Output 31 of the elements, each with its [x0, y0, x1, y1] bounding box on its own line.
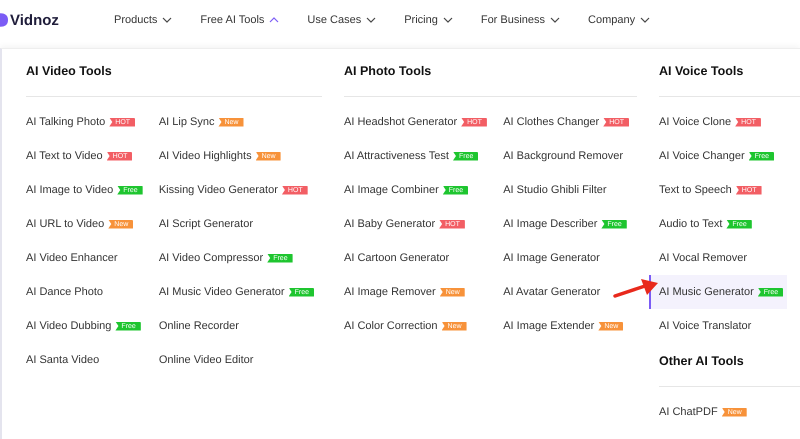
menu-item[interactable]: AI Vocal Remover: [649, 248, 756, 268]
menu-item[interactable]: AI Voice Translator: [649, 316, 760, 336]
chevron-up-icon: [269, 17, 280, 23]
menu-item[interactable]: Online Video Editor: [148, 350, 262, 370]
menu-item[interactable]: AI Dance Photo: [16, 282, 112, 302]
menu-item[interactable]: AI Avatar Generator: [493, 282, 608, 302]
section-heading: AI Photo Tools: [344, 63, 637, 97]
brand-name[interactable]: Vidnoz: [10, 12, 59, 28]
chevron-down-icon: [550, 17, 560, 23]
nav-menu-item[interactable]: Use Cases: [307, 14, 376, 26]
chevron-down-icon: [366, 17, 376, 23]
nav-menu-item[interactable]: Pricing: [404, 14, 453, 26]
menu-item[interactable]: AI Cartoon Generator: [334, 248, 458, 268]
menu-item[interactable]: Online Recorder: [148, 316, 247, 336]
menu-item[interactable]: AI Video Enhancer: [16, 248, 126, 268]
menu-item[interactable]: AI Studio Ghibli Filter: [493, 180, 615, 200]
menu-item[interactable]: AI Background Remover: [493, 146, 632, 166]
logo-icon[interactable]: [0, 12, 8, 28]
section-heading: AI Voice Tools: [659, 63, 800, 97]
nav-menu-item[interactable]: Free AI Tools: [200, 14, 280, 26]
nav-menu-item[interactable]: Products: [114, 14, 172, 26]
section-heading: Other AI Tools: [659, 353, 800, 387]
nav-menu-item[interactable]: For Business: [480, 14, 560, 26]
section-heading: AI Video Tools: [26, 63, 322, 97]
menu-item[interactable]: AI Santa Video: [16, 350, 108, 370]
menu-item[interactable]: AI Image Generator: [493, 248, 608, 268]
chevron-down-icon: [640, 17, 650, 23]
chevron-down-icon: [442, 17, 453, 23]
nav-menu-item[interactable]: Company: [588, 14, 650, 26]
chevron-down-icon: [162, 17, 172, 23]
menu-item[interactable]: AI Script Generator: [148, 214, 261, 234]
